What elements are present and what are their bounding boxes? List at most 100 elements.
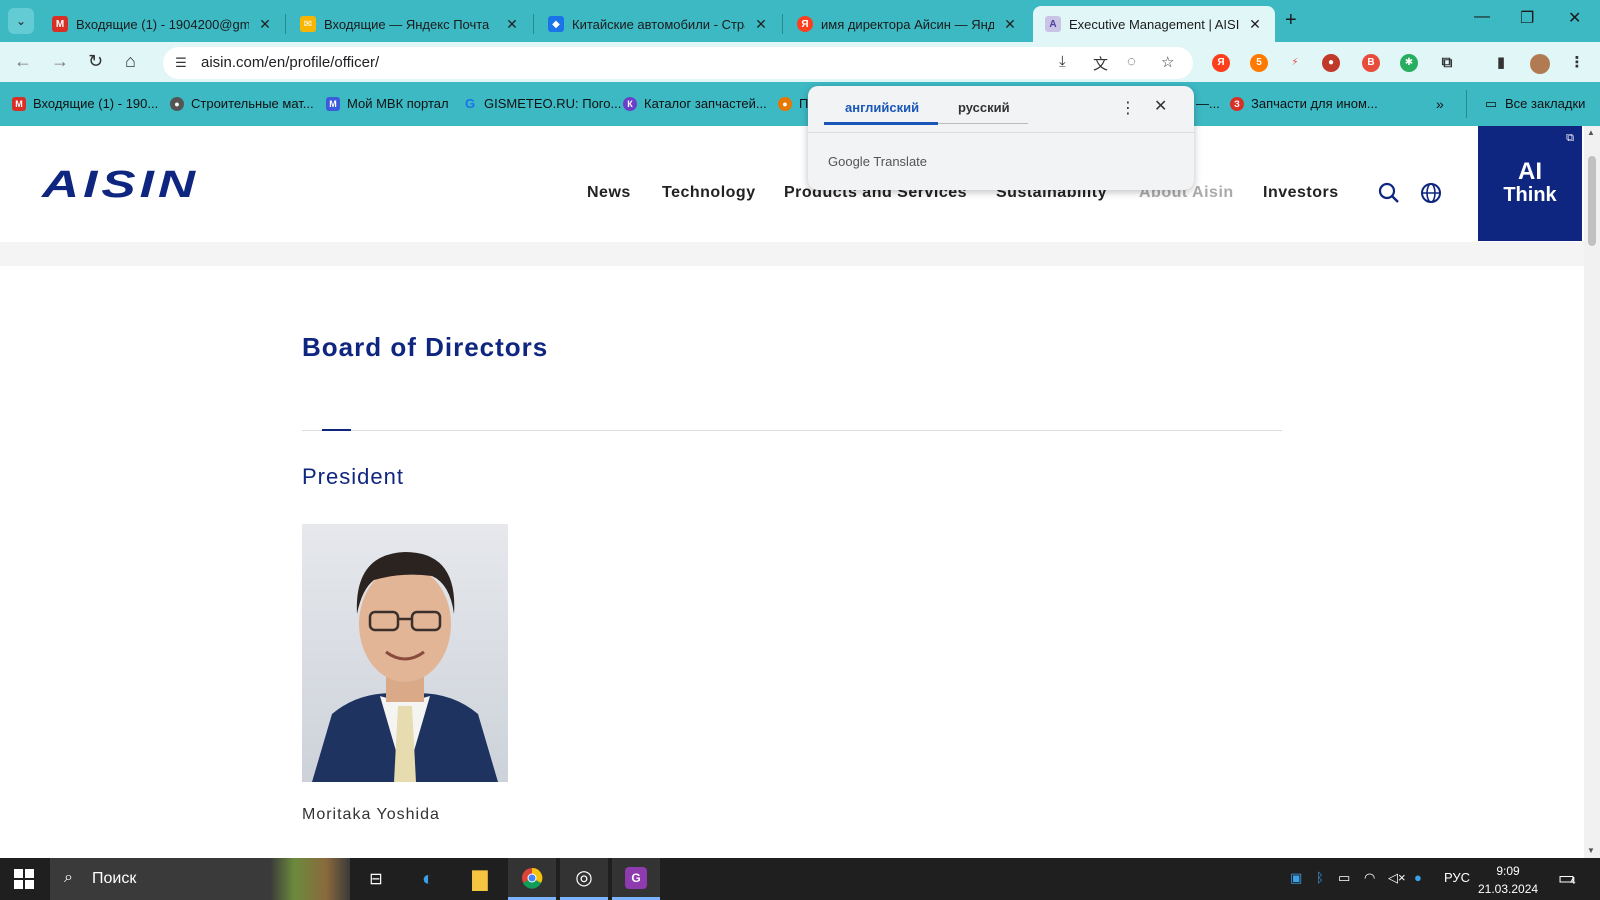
active-tab-indicator — [824, 122, 938, 125]
battery-icon[interactable]: ▭ — [1338, 870, 1350, 886]
ai-think-banner[interactable]: ⧉ AI Think — [1478, 126, 1582, 241]
bookmark-star-icon[interactable]: ☆ — [1161, 53, 1174, 71]
scrollbar-thumb[interactable] — [1588, 156, 1596, 246]
address-bar[interactable]: ☰ aisin.com/en/profile/officer/ ⤓ 文 ◌ ☆ — [163, 47, 1193, 79]
task-view-icon[interactable]: ⊟ — [352, 858, 400, 900]
site-icon: ◆ — [548, 16, 564, 32]
tab-search-button[interactable]: ⌄ — [8, 8, 34, 34]
nav-investors[interactable]: Investors — [1263, 184, 1339, 202]
google-translate-branding: Google Translate — [828, 154, 928, 169]
person-name[interactable]: Moritaka Yoshida — [302, 806, 440, 824]
scroll-up-icon[interactable]: ▲ — [1587, 128, 1595, 137]
chat-tray-icon[interactable]: ● — [1414, 870, 1422, 885]
tab-gmail[interactable]: M Входящие (1) - 1904200@gmai ✕ — [40, 6, 285, 42]
input-language[interactable]: РУС — [1444, 870, 1470, 885]
bookmark-foreign-parts[interactable]: З Запчасти для ином... — [1230, 96, 1378, 111]
url-text[interactable]: aisin.com/en/profile/officer/ — [201, 54, 379, 71]
bookmarks-bar: M Входящие (1) - 190... ● Строительные мат… — [0, 82, 1600, 126]
close-tab-icon[interactable]: ✕ — [504, 16, 520, 33]
bookmark-building-materials[interactable]: ● Строительные мат... — [170, 96, 314, 111]
notification-extension-icon[interactable]: 5 — [1250, 54, 1268, 72]
chrome-icon[interactable] — [508, 858, 556, 900]
section-divider — [302, 430, 1282, 431]
gmail-icon: M — [12, 96, 26, 111]
edge-icon[interactable]: ◐ — [404, 858, 452, 900]
taskbar-search[interactable]: ⌕ Поиск — [50, 858, 350, 900]
site-info-icon[interactable]: ☰ — [171, 53, 191, 73]
bookmark-truncated-2[interactable]: —... — [1196, 96, 1220, 111]
external-link-icon: ⧉ — [1566, 132, 1574, 144]
wifi-icon[interactable]: ◠ — [1364, 870, 1375, 886]
tab-chinese-cars[interactable]: ◆ Китайские автомобили - Стра ✕ — [536, 6, 781, 42]
close-window-icon[interactable]: ✕ — [1568, 8, 1581, 28]
translate-icon[interactable]: 文 — [1093, 53, 1108, 74]
source-language-tab[interactable]: английский — [845, 100, 919, 115]
windows-start-icon[interactable] — [14, 869, 34, 889]
browser-toolbar: ← → ↻ ⌂ ☰ aisin.com/en/profile/officer/ … — [0, 42, 1600, 82]
volume-muted-icon[interactable]: ◁× — [1388, 870, 1406, 886]
bookmark-gmail[interactable]: M Входящие (1) - 190... — [12, 96, 158, 111]
notification-center-icon[interactable]: ▭ 4 — [1558, 868, 1576, 889]
nav-technology[interactable]: Technology — [662, 184, 756, 202]
tab-yandex-mail[interactable]: ✉ Входящие — Яндекс Почта ✕ — [288, 6, 532, 42]
chevron-down-icon: ⌄ — [15, 14, 27, 28]
yandex-icon: Я — [797, 16, 813, 32]
minimize-icon[interactable]: — — [1474, 8, 1490, 26]
extensions-puzzle-icon[interactable]: ⧉ — [1438, 54, 1456, 72]
site-header: AISIN News Technology Products and Servi… — [0, 126, 1584, 242]
reload-icon[interactable]: ↻ — [88, 51, 103, 72]
target-language-tab[interactable]: русский — [958, 100, 1010, 115]
scroll-down-icon[interactable]: ▼ — [1587, 846, 1595, 855]
bluetooth-icon[interactable]: ᛒ — [1316, 870, 1324, 885]
tab-yandex-search[interactable]: Я имя директора Айсин — Янде ✕ — [785, 6, 1030, 42]
bookmark-truncated[interactable]: ● П — [778, 96, 808, 111]
back-icon[interactable]: ← — [14, 51, 32, 72]
pdf-app-icon[interactable]: G — [612, 858, 660, 900]
restore-icon[interactable]: ❐ — [1520, 8, 1534, 28]
close-tab-icon[interactable]: ✕ — [1002, 16, 1018, 33]
more-bookmarks-icon[interactable]: » — [1436, 96, 1444, 112]
file-explorer-icon[interactable]: ▇ — [456, 858, 504, 900]
new-tab-plus-icon[interactable]: + — [1285, 9, 1297, 32]
home-icon[interactable]: ⌂ — [125, 51, 136, 72]
bookmarks-separator — [1466, 90, 1467, 118]
all-bookmarks-button[interactable]: ▭ Все закладки — [1484, 96, 1586, 112]
extension-icon[interactable]: ✱ — [1400, 54, 1418, 72]
site-icon: ● — [170, 96, 184, 111]
extension-icon[interactable]: B — [1362, 54, 1380, 72]
aisin-logo[interactable]: AISIN — [42, 164, 199, 207]
globe-icon[interactable] — [1420, 182, 1442, 210]
search-icon[interactable] — [1378, 182, 1400, 210]
profile-avatar[interactable] — [1530, 54, 1550, 74]
bookmark-mvk-portal[interactable]: М Мой МВК портал — [326, 96, 449, 111]
close-tab-icon[interactable]: ✕ — [1247, 16, 1263, 33]
close-tab-icon[interactable]: ✕ — [753, 16, 769, 33]
extension-icon[interactable]: ⚡ — [1286, 54, 1304, 72]
page-scrollbar[interactable]: ▲ ▼ — [1584, 126, 1600, 858]
windows-taskbar: ⌕ Поиск ⊟ ◐ ▇ ◎ G ▣ ᛒ ▭ ◠ ◁× ● РУС 9:09 … — [0, 858, 1600, 900]
install-app-icon[interactable]: ⤓ — [1059, 53, 1066, 70]
whatsapp-icon[interactable]: ◎ — [560, 858, 608, 900]
popup-divider — [808, 132, 1194, 133]
gmail-icon: M — [52, 16, 68, 32]
forward-icon[interactable]: → — [51, 51, 69, 72]
yandex-extension-icon[interactable]: Я — [1212, 54, 1230, 72]
role-heading: President — [302, 464, 404, 489]
tray-app-icon[interactable]: ▣ — [1290, 870, 1302, 886]
bookmark-parts-catalog[interactable]: К Каталог запчастей... — [623, 96, 767, 111]
extension-icon[interactable]: ● — [1322, 54, 1340, 72]
clock[interactable]: 9:09 21.03.2024 — [1478, 862, 1538, 898]
tab-separator — [285, 14, 286, 34]
bookmark-gismeteo[interactable]: G GISMETEO.RU: Пого... — [463, 96, 621, 111]
tab-separator — [533, 14, 534, 34]
side-panel-icon[interactable]: ▮ — [1492, 54, 1510, 72]
close-tab-icon[interactable]: ✕ — [257, 16, 273, 33]
tab-executive-management[interactable]: A Executive Management | AISIN ✕ — [1033, 6, 1275, 42]
tab-separator — [782, 14, 783, 34]
browser-menu-icon[interactable]: ⋮ — [1568, 54, 1586, 72]
more-options-icon[interactable]: ⋮ — [1120, 98, 1136, 118]
tracking-protection-icon[interactable]: ◌ — [1127, 53, 1136, 70]
nav-news[interactable]: News — [587, 184, 631, 202]
close-icon[interactable]: ✕ — [1154, 96, 1167, 116]
search-icon: ⌕ — [64, 869, 73, 886]
